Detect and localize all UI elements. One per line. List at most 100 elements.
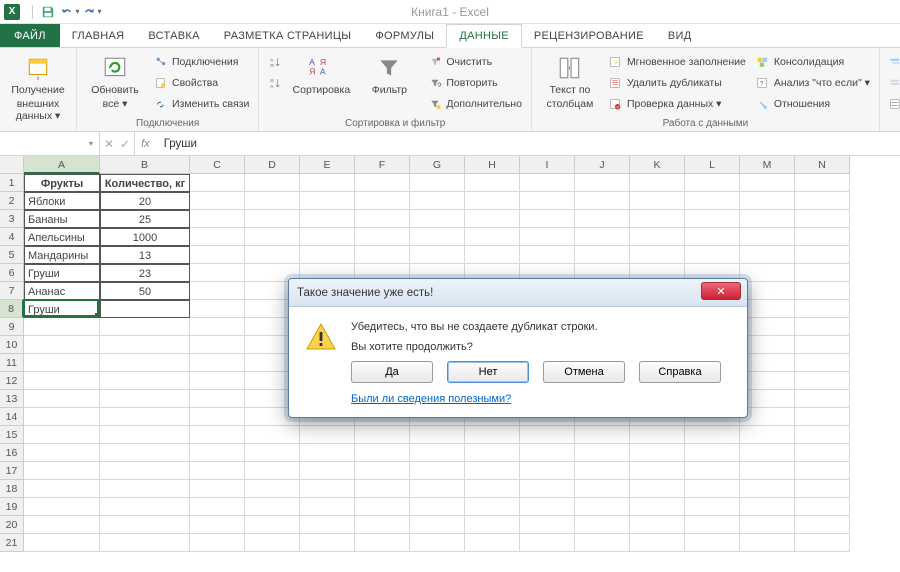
cell[interactable] [795,246,850,264]
row-header-17[interactable]: 17 [0,462,24,480]
cell[interactable] [740,354,795,372]
tab-вид[interactable]: ВИД [656,24,704,47]
cell[interactable] [300,192,355,210]
row-header-20[interactable]: 20 [0,516,24,534]
column-header-H[interactable]: H [465,156,520,174]
subtotal-button[interactable]: Промеж [886,94,900,114]
column-header-M[interactable]: M [740,156,795,174]
cell[interactable] [685,228,740,246]
column-header-E[interactable]: E [300,156,355,174]
dialog-help-button[interactable]: Справка [639,361,721,383]
cell-A5[interactable]: Мандарины [24,246,100,264]
column-header-B[interactable]: B [100,156,190,174]
cell[interactable] [740,264,795,282]
cell[interactable] [630,246,685,264]
cell[interactable] [520,228,575,246]
cell[interactable] [100,318,190,336]
cell-B1[interactable]: Количество, кг [100,174,190,192]
cell[interactable] [795,444,850,462]
cell[interactable] [300,246,355,264]
consolidate-button[interactable]: Консолидация [753,52,873,72]
tab-главная[interactable]: ГЛАВНАЯ [60,24,137,47]
cell[interactable] [520,480,575,498]
tab-данные[interactable]: ДАННЫЕ [446,24,522,48]
column-header-C[interactable]: C [190,156,245,174]
row-header-19[interactable]: 19 [0,498,24,516]
row-header-16[interactable]: 16 [0,444,24,462]
cell[interactable] [685,426,740,444]
fx-icon[interactable]: fx [135,138,158,150]
row-header-8[interactable]: 8 [0,300,24,318]
row-header-3[interactable]: 3 [0,210,24,228]
data-valid-button[interactable]: Проверка данных ▾ [606,94,749,114]
cell[interactable] [685,462,740,480]
cell[interactable] [410,426,465,444]
cell[interactable] [795,264,850,282]
cell[interactable] [190,318,245,336]
cell[interactable] [740,210,795,228]
ungroup-button[interactable]: Разгруп [886,73,900,93]
cell[interactable] [245,444,300,462]
cell[interactable] [190,246,245,264]
cell[interactable] [520,498,575,516]
cell[interactable] [410,228,465,246]
cell[interactable] [24,354,100,372]
cell[interactable] [465,228,520,246]
cell[interactable] [740,192,795,210]
cell-A1[interactable]: Фрукты [24,174,100,192]
cell[interactable] [685,174,740,192]
column-header-L[interactable]: L [685,156,740,174]
cell[interactable] [575,426,630,444]
cell[interactable] [740,516,795,534]
refresh-all-button[interactable]: Обновитьвсе ▾ [83,52,147,112]
cell[interactable] [100,372,190,390]
cell[interactable] [300,516,355,534]
cell[interactable] [520,516,575,534]
cell-B2[interactable]: 20 [100,192,190,210]
cell[interactable] [245,534,300,552]
tab-формулы[interactable]: ФОРМУЛЫ [363,24,446,47]
cell[interactable] [795,498,850,516]
cell[interactable] [740,318,795,336]
cell[interactable] [520,426,575,444]
cell[interactable] [100,336,190,354]
cell-B3[interactable]: 25 [100,210,190,228]
cell-B5[interactable]: 13 [100,246,190,264]
cell-B7[interactable]: 50 [100,282,190,300]
cell[interactable] [24,444,100,462]
cell[interactable] [190,408,245,426]
cell[interactable] [795,318,850,336]
cell[interactable] [575,498,630,516]
cell[interactable] [740,534,795,552]
cell[interactable] [300,444,355,462]
cell[interactable] [630,210,685,228]
cell-B4[interactable]: 1000 [100,228,190,246]
cell[interactable] [685,498,740,516]
group-button[interactable]: Группир [886,52,900,72]
cell[interactable] [24,372,100,390]
cell[interactable] [355,228,410,246]
dialog-titlebar[interactable]: Такое значение уже есть! ✕ [289,279,747,307]
dialog-yes-button[interactable]: Да [351,361,433,383]
cell[interactable] [100,462,190,480]
cell[interactable] [190,390,245,408]
row-header-5[interactable]: 5 [0,246,24,264]
row-header-7[interactable]: 7 [0,282,24,300]
cell[interactable] [575,174,630,192]
cell[interactable] [245,480,300,498]
cell[interactable] [740,462,795,480]
cell[interactable] [630,174,685,192]
column-header-D[interactable]: D [245,156,300,174]
cell[interactable] [795,210,850,228]
column-header-K[interactable]: K [630,156,685,174]
cell[interactable] [740,300,795,318]
cell-A3[interactable]: Бананы [24,210,100,228]
cell[interactable] [300,426,355,444]
cell[interactable] [520,534,575,552]
cell[interactable] [465,480,520,498]
cell[interactable] [795,516,850,534]
row-header-2[interactable]: 2 [0,192,24,210]
cell[interactable] [410,462,465,480]
cell[interactable] [575,192,630,210]
column-header-G[interactable]: G [410,156,465,174]
